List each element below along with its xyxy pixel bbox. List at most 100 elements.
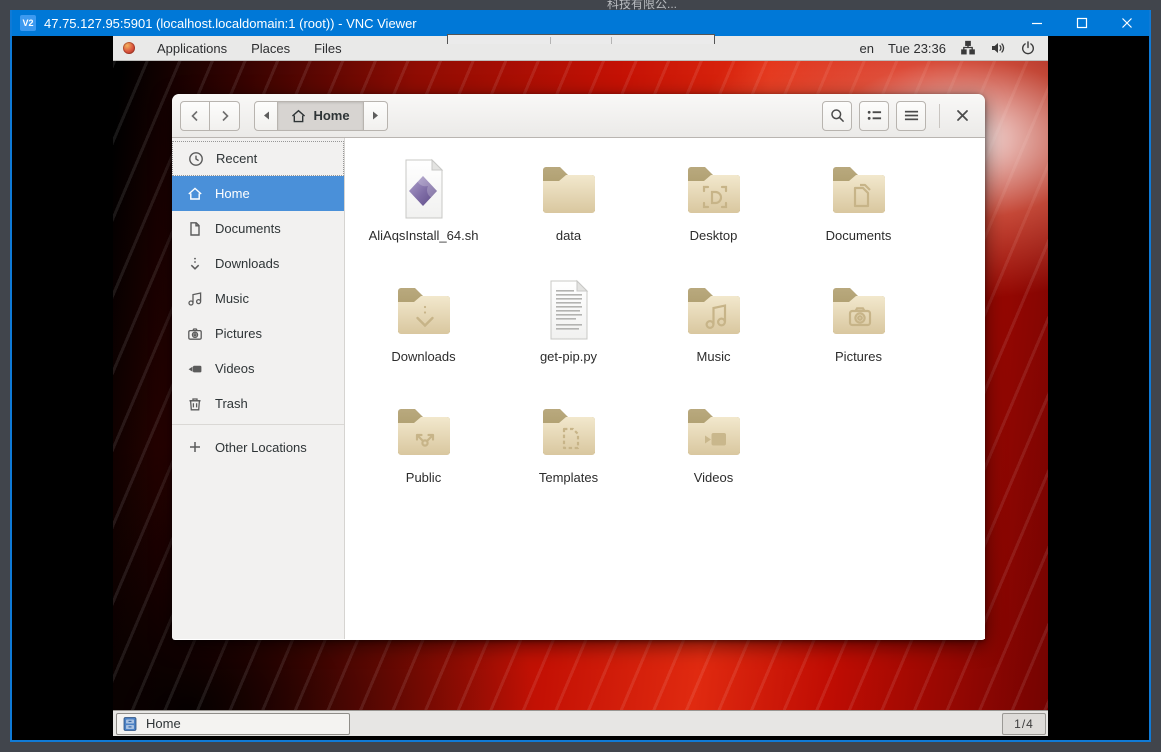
file-item-documents[interactable]: Documents	[786, 157, 931, 278]
file-item-public[interactable]: Public	[351, 399, 496, 520]
headerbar-separator	[939, 104, 940, 128]
file-name: data	[556, 228, 581, 243]
places-sidebar: Recent Home	[172, 138, 345, 639]
hamburger-menu-icon	[904, 110, 919, 121]
remote-desktop: Applications Places Files en Tue 23:36	[113, 36, 1048, 736]
sidebar-item-downloads[interactable]: Downloads	[172, 246, 344, 281]
file-item-downloads[interactable]: Downloads	[351, 278, 496, 399]
sidebar-label: Recent	[216, 151, 257, 166]
camera-icon	[187, 326, 203, 342]
sidebar-label: Documents	[215, 221, 281, 236]
view-toggle-button[interactable]	[859, 101, 889, 131]
folder-icon	[537, 157, 601, 221]
folder-pictures-icon	[827, 278, 891, 342]
path-scroll-left-button[interactable]	[254, 101, 278, 131]
file-item-desktop[interactable]: Desktop	[641, 157, 786, 278]
menu-places[interactable]: Places	[239, 36, 302, 61]
sidebar-item-documents[interactable]: Documents	[172, 211, 344, 246]
file-name: Documents	[826, 228, 892, 243]
sidebar-item-other-locations[interactable]: Other Locations	[172, 428, 344, 466]
file-item-videos[interactable]: Videos	[641, 399, 786, 520]
back-button[interactable]	[180, 101, 210, 131]
folder-music-icon	[682, 278, 746, 342]
vnc-titlebar[interactable]: V2 47.75.127.95:5901 (localhost.localdom…	[12, 10, 1149, 36]
vnc-window-title: 47.75.127.95:5901 (localhost.localdomain…	[44, 16, 417, 31]
file-item-music[interactable]: Music	[641, 278, 786, 399]
taskbar-window-button-home[interactable]: Home	[116, 713, 350, 735]
folder-documents-icon	[827, 157, 891, 221]
current-location-label: Home	[313, 108, 349, 123]
sidebar-item-music[interactable]: Music	[172, 281, 344, 316]
keyboard-layout-indicator[interactable]: en	[859, 41, 873, 56]
path-bar: Home	[254, 101, 388, 131]
search-icon	[830, 108, 845, 123]
home-icon	[187, 186, 203, 202]
trash-icon	[187, 396, 203, 412]
file-item-templates[interactable]: Templates	[496, 399, 641, 520]
home-icon	[291, 109, 306, 123]
menu-applications[interactable]: Applications	[145, 36, 239, 61]
file-name: Videos	[694, 470, 734, 485]
sidebar-label: Trash	[215, 396, 248, 411]
clock[interactable]: Tue 23:36	[888, 41, 946, 56]
file-item-pictures[interactable]: Pictures	[786, 278, 931, 399]
file-item-data[interactable]: data	[496, 157, 641, 278]
vnc-logo-icon: V2	[20, 15, 36, 31]
file-name: Downloads	[391, 349, 455, 364]
sidebar-label: Music	[215, 291, 249, 306]
folder-share-icon	[392, 399, 456, 463]
files-headerbar[interactable]: Home	[172, 94, 985, 138]
sidebar-item-videos[interactable]: Videos	[172, 351, 344, 386]
file-name: Templates	[539, 470, 598, 485]
document-icon	[187, 221, 203, 237]
taskbar-button-label: Home	[146, 716, 181, 731]
vnc-client-area: Applications Places Files en Tue 23:36	[12, 36, 1149, 738]
close-window-button[interactable]	[1104, 10, 1149, 36]
forward-button[interactable]	[210, 101, 240, 131]
video-camera-icon	[187, 361, 203, 377]
minimize-button[interactable]	[1014, 10, 1059, 36]
view-list-icon	[867, 109, 882, 122]
window-menu-button[interactable]	[896, 101, 926, 131]
toolbar-separator	[611, 37, 612, 44]
menu-files[interactable]: Files	[302, 36, 353, 61]
file-name: AliAqsInstall_64.sh	[369, 228, 479, 243]
sidebar-separator	[172, 424, 344, 425]
path-scroll-right-button[interactable]	[364, 101, 388, 131]
text-file-icon	[537, 278, 601, 342]
download-icon	[187, 256, 203, 272]
sidebar-item-pictures[interactable]: Pictures	[172, 316, 344, 351]
file-name: Pictures	[835, 349, 882, 364]
folder-downloads-icon	[392, 278, 456, 342]
file-manager-icon	[122, 716, 138, 732]
music-icon	[187, 291, 203, 307]
sidebar-item-trash[interactable]: Trash	[172, 386, 344, 421]
path-home-button[interactable]: Home	[278, 101, 364, 131]
sidebar-label: Videos	[215, 361, 255, 376]
close-icon	[956, 109, 969, 122]
files-window: Home	[172, 94, 985, 640]
sidebar-item-recent[interactable]: Recent	[172, 141, 344, 176]
network-icon[interactable]	[960, 40, 976, 56]
folder-templates-icon	[537, 399, 601, 463]
file-item-get-pip[interactable]: get-pip.py	[496, 278, 641, 399]
applications-menu-icon	[123, 42, 135, 54]
volume-icon[interactable]	[990, 40, 1006, 56]
shell-script-icon	[392, 157, 456, 221]
file-grid: AliAqsInstall_64.sh data	[345, 138, 985, 639]
vnc-collapsed-toolbar[interactable]	[447, 34, 715, 44]
toolbar-separator	[550, 37, 551, 44]
close-files-window-button[interactable]	[951, 105, 973, 127]
file-item-aliaqsinstall[interactable]: AliAqsInstall_64.sh	[351, 157, 496, 278]
file-name: get-pip.py	[540, 349, 597, 364]
maximize-button[interactable]	[1059, 10, 1104, 36]
vnc-viewer-window: V2 47.75.127.95:5901 (localhost.localdom…	[10, 10, 1151, 742]
sidebar-item-home[interactable]: Home	[172, 176, 344, 211]
file-name: Public	[406, 470, 441, 485]
power-icon[interactable]	[1020, 40, 1036, 56]
search-button[interactable]	[822, 101, 852, 131]
sidebar-label: Downloads	[215, 256, 279, 271]
sidebar-label: Pictures	[215, 326, 262, 341]
workspace-switcher[interactable]: 1/4	[1002, 713, 1046, 735]
host-window-caption: 科技有限公...	[607, 0, 677, 10]
